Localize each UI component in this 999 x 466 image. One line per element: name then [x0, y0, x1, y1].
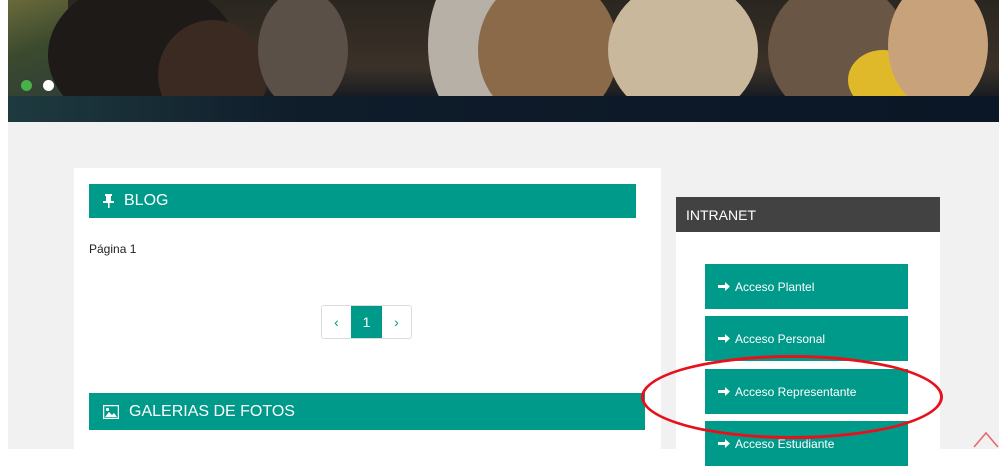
gallery-title: GALERIAS DE FOTOS: [129, 402, 295, 420]
intranet-header: INTRANET: [676, 197, 940, 232]
pagination: ‹ 1 ›: [321, 305, 412, 339]
hero-ground: [8, 96, 999, 122]
pagination-next-button[interactable]: ›: [382, 306, 411, 338]
arrow-right-icon: [718, 438, 730, 449]
arrow-right-icon: [718, 281, 730, 292]
page-label: Página 1: [89, 242, 137, 256]
acceso-plantel-button[interactable]: Acceso Plantel: [705, 264, 908, 309]
pin-icon: [103, 194, 114, 208]
back-to-top-icon[interactable]: [972, 427, 999, 454]
pagination-prev-button[interactable]: ‹: [322, 306, 351, 338]
arrow-right-icon: [718, 333, 730, 344]
slider-dot-inactive[interactable]: [43, 80, 54, 91]
pagination-page-1[interactable]: 1: [351, 306, 382, 338]
highlight-annotation: [641, 355, 943, 439]
blog-title: BLOG: [124, 192, 169, 209]
gallery-header: GALERIAS DE FOTOS: [89, 393, 645, 430]
hero-banner: [8, 0, 999, 122]
acceso-plantel-label: Acceso Plantel: [735, 279, 815, 294]
blog-header: BLOG: [89, 184, 636, 218]
slider-dot-active[interactable]: [21, 80, 32, 91]
image-icon: [103, 404, 119, 419]
acceso-personal-label: Acceso Personal: [735, 331, 826, 346]
